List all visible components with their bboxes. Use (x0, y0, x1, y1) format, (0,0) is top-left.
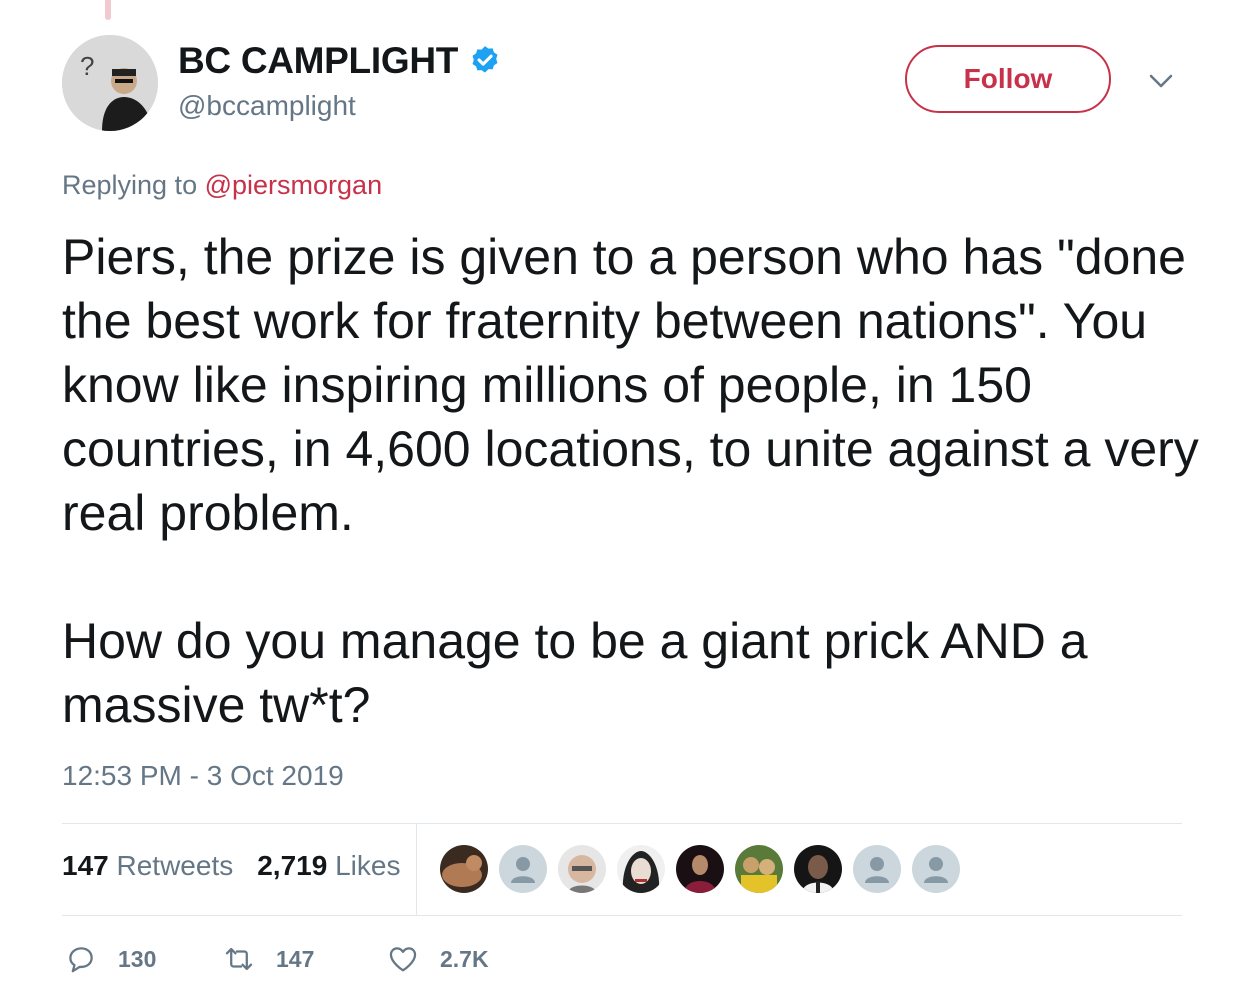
stats-divider (416, 823, 417, 915)
display-name[interactable]: BC CAMPLIGHT (178, 40, 458, 82)
likes-stat[interactable]: 2,719 Likes (257, 850, 400, 882)
reply-mention-link[interactable]: @piersmorgan (205, 170, 382, 200)
liker-avatar[interactable] (617, 845, 665, 893)
tweet-timestamp[interactable]: 12:53 PM - 3 Oct 2019 (62, 760, 344, 792)
liker-photo-icon (735, 845, 783, 893)
likes-count: 2,719 (257, 850, 328, 881)
liker-avatars (440, 845, 960, 893)
tweet-paragraph: Piers, the prize is given to a person wh… (62, 229, 1199, 541)
liker-avatar[interactable] (794, 845, 842, 893)
chevron-down-icon[interactable] (1148, 72, 1174, 90)
retweet-button[interactable]: 147 (222, 942, 386, 976)
tweet-actions: 130 147 2.7K (64, 942, 489, 976)
liker-photo-icon (676, 845, 724, 893)
divider (62, 823, 1182, 824)
liker-photo-icon (440, 845, 488, 893)
avatar-photo-icon: ? (62, 35, 158, 131)
liker-avatar[interactable] (912, 845, 960, 893)
verified-badge-icon (472, 46, 498, 73)
liker-photo-icon (617, 845, 665, 893)
liker-avatar[interactable] (440, 845, 488, 893)
retweet-count: 147 (276, 945, 315, 972)
liker-photo-icon (558, 845, 606, 893)
retweets-count: 147 (62, 850, 109, 881)
replying-to-label: Replying to (62, 170, 198, 200)
liker-avatar[interactable] (499, 845, 547, 893)
like-button[interactable]: 2.7K (386, 942, 489, 976)
likes-label: Likes (335, 850, 401, 881)
avatar[interactable]: ? (62, 35, 158, 131)
tweet-paragraph: How do you manage to be a giant prick AN… (62, 613, 1088, 733)
default-avatar-icon (912, 845, 960, 893)
liker-avatar[interactable] (676, 845, 724, 893)
retweet-icon (225, 947, 253, 971)
follow-button[interactable]: Follow (905, 45, 1111, 113)
tweet-stats: 147 Retweets 2,719 Likes (62, 850, 400, 882)
default-avatar-icon (853, 845, 901, 893)
liker-avatar[interactable] (853, 845, 901, 893)
user-handle[interactable]: @bccamplight (178, 90, 356, 122)
liker-avatar[interactable] (558, 845, 606, 893)
reply-button[interactable]: 130 (64, 942, 222, 976)
tweet-text: Piers, the prize is given to a person wh… (62, 225, 1202, 737)
liker-avatar[interactable] (735, 845, 783, 893)
retweets-stat[interactable]: 147 Retweets (62, 850, 233, 882)
retweets-label: Retweets (116, 850, 234, 881)
name-row: BC CAMPLIGHT (178, 40, 502, 82)
liker-photo-icon (794, 845, 842, 893)
reply-icon (69, 947, 93, 973)
like-count: 2.7K (440, 945, 489, 972)
svg-text:?: ? (80, 51, 94, 81)
default-avatar-icon (499, 845, 547, 893)
reply-count: 130 (118, 945, 157, 972)
divider (62, 915, 1182, 916)
replying-to: Replying to @piersmorgan (62, 170, 382, 201)
thread-connector-line (105, 0, 111, 20)
heart-icon (389, 947, 417, 972)
